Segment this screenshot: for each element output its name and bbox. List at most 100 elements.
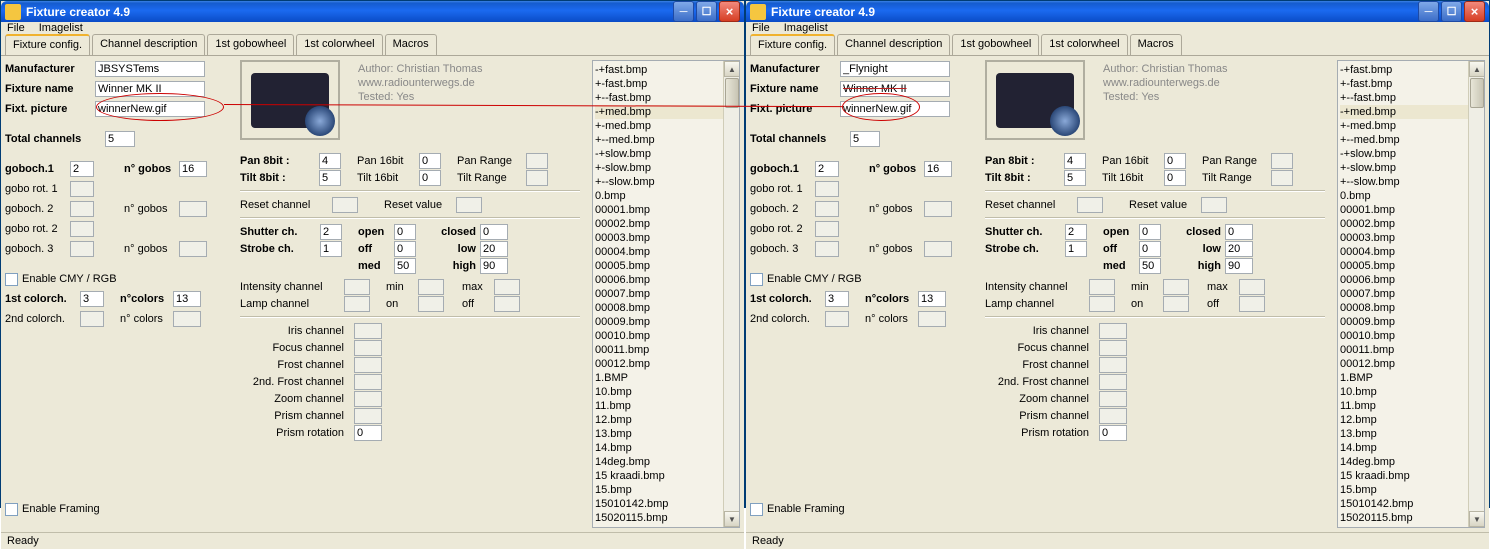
shutter-input[interactable] <box>320 224 342 240</box>
minimize-button[interactable]: ─ <box>1418 1 1439 22</box>
list-item[interactable]: 00003.bmp <box>1340 231 1482 245</box>
scroll-thumb[interactable] <box>1470 78 1484 108</box>
list-item[interactable]: 00001.bmp <box>1340 203 1482 217</box>
tab-macros[interactable]: Macros <box>1130 34 1182 55</box>
list-item[interactable]: 1.BMP <box>595 371 737 385</box>
list-item[interactable]: -+fast.bmp <box>1340 63 1482 77</box>
prismrot-input[interactable] <box>354 425 382 441</box>
colorch1-input[interactable] <box>825 291 849 307</box>
open-input[interactable] <box>394 224 416 240</box>
on-input[interactable] <box>418 296 444 312</box>
prismrot-input[interactable] <box>1099 425 1127 441</box>
pan8-input[interactable] <box>1064 153 1086 169</box>
list-item[interactable]: 0.bmp <box>1340 189 1482 203</box>
image-list[interactable]: -+fast.bmp+-fast.bmp+--fast.bmp-+med.bmp… <box>592 60 740 528</box>
menu-file[interactable]: File <box>7 22 25 34</box>
tab-fixture-config[interactable]: Fixture config. <box>5 34 90 55</box>
focus-input[interactable] <box>1099 340 1127 356</box>
ncolors2-input[interactable] <box>173 311 201 327</box>
list-item[interactable]: +--slow.bmp <box>1340 175 1482 189</box>
scrollbar[interactable]: ▲ ▼ <box>723 61 739 527</box>
menu-file[interactable]: File <box>752 22 770 34</box>
zoom-input[interactable] <box>354 391 382 407</box>
closed-input[interactable] <box>1225 224 1253 240</box>
focus-input[interactable] <box>354 340 382 356</box>
tab-1st-gobowheel[interactable]: 1st gobowheel <box>952 34 1039 55</box>
enable-framing-checkbox[interactable]: Enable Framing <box>750 500 981 518</box>
iris-input[interactable] <box>354 323 382 339</box>
reset-value-input[interactable] <box>1201 197 1227 213</box>
list-item[interactable]: 00004.bmp <box>1340 245 1482 259</box>
total-channels-input[interactable] <box>850 131 880 147</box>
scroll-up-button[interactable]: ▲ <box>724 61 740 77</box>
list-item[interactable]: 0.bmp <box>595 189 737 203</box>
list-item[interactable]: -+slow.bmp <box>1340 147 1482 161</box>
minimize-button[interactable]: ─ <box>673 1 694 22</box>
list-item[interactable]: 00012.bmp <box>595 357 737 371</box>
tilt16-input[interactable] <box>1164 170 1186 186</box>
list-item[interactable]: 00003.bmp <box>595 231 737 245</box>
med-input[interactable] <box>1139 258 1161 274</box>
list-item[interactable]: -+med.bmp <box>595 105 737 119</box>
list-item[interactable]: 14deg.bmp <box>1340 455 1482 469</box>
list-item[interactable]: 11.bmp <box>595 399 737 413</box>
high-input[interactable] <box>1225 258 1253 274</box>
list-item[interactable]: 11.bmp <box>1340 399 1482 413</box>
close-button[interactable]: × <box>1464 1 1485 22</box>
list-item[interactable]: 15020115.bmp <box>1340 511 1482 525</box>
tab-channel-description[interactable]: Channel description <box>837 34 950 55</box>
fixture-name-input[interactable] <box>840 81 950 97</box>
ngobos2-input[interactable] <box>924 201 952 217</box>
list-item[interactable]: 00002.bmp <box>595 217 737 231</box>
prism-input[interactable] <box>354 408 382 424</box>
lamp-input[interactable] <box>344 296 370 312</box>
prism-input[interactable] <box>1099 408 1127 424</box>
zoom-input[interactable] <box>1099 391 1127 407</box>
lamp-input[interactable] <box>1089 296 1115 312</box>
strobe-input[interactable] <box>1065 241 1087 257</box>
low-input[interactable] <box>480 241 508 257</box>
list-item[interactable]: +-fast.bmp <box>1340 77 1482 91</box>
open-input[interactable] <box>1139 224 1161 240</box>
off-input[interactable] <box>1139 241 1161 257</box>
list-item[interactable]: +--slow.bmp <box>595 175 737 189</box>
list-item[interactable]: 15 kraadi.bmp <box>595 469 737 483</box>
tilt8-input[interactable] <box>1064 170 1086 186</box>
enable-cmy-checkbox[interactable]: Enable CMY / RGB <box>750 270 981 288</box>
reset-channel-input[interactable] <box>332 197 358 213</box>
scroll-down-button[interactable]: ▼ <box>1469 511 1485 527</box>
tab-1st-gobowheel[interactable]: 1st gobowheel <box>207 34 294 55</box>
list-item[interactable]: 00009.bmp <box>1340 315 1482 329</box>
list-item[interactable]: 00010.bmp <box>1340 329 1482 343</box>
on-input[interactable] <box>1163 296 1189 312</box>
close-button[interactable]: × <box>719 1 740 22</box>
list-item[interactable]: 00004.bmp <box>595 245 737 259</box>
goborot2-input[interactable] <box>70 221 94 237</box>
tab-macros[interactable]: Macros <box>385 34 437 55</box>
enable-cmy-checkbox[interactable]: Enable CMY / RGB <box>5 270 236 288</box>
ncolors2-input[interactable] <box>918 311 946 327</box>
menu-imagelist[interactable]: Imagelist <box>39 22 83 34</box>
tilt16-input[interactable] <box>419 170 441 186</box>
manufacturer-input[interactable] <box>840 61 950 77</box>
reset-value-input[interactable] <box>456 197 482 213</box>
list-item[interactable]: 00005.bmp <box>595 259 737 273</box>
ngobos1-input[interactable] <box>179 161 207 177</box>
ncolors1-input[interactable] <box>918 291 946 307</box>
list-item[interactable]: 14.bmp <box>1340 441 1482 455</box>
frost-input[interactable] <box>1099 357 1127 373</box>
list-item[interactable]: 12.bmp <box>1340 413 1482 427</box>
tab-1st-colorwheel[interactable]: 1st colorwheel <box>1041 34 1127 55</box>
list-item[interactable]: +-fast.bmp <box>595 77 737 91</box>
frost2-input[interactable] <box>354 374 382 390</box>
frost2-input[interactable] <box>1099 374 1127 390</box>
list-item[interactable]: 00011.bmp <box>595 343 737 357</box>
list-item[interactable]: 13.bmp <box>1340 427 1482 441</box>
menu-imagelist[interactable]: Imagelist <box>784 22 828 34</box>
list-item[interactable]: 00006.bmp <box>1340 273 1482 287</box>
tiltrange-input[interactable] <box>1271 170 1293 186</box>
list-item[interactable]: 15 kraadi.bmp <box>1340 469 1482 483</box>
goboch3-input[interactable] <box>70 241 94 257</box>
list-item[interactable]: +--med.bmp <box>595 133 737 147</box>
scroll-thumb[interactable] <box>725 78 739 108</box>
